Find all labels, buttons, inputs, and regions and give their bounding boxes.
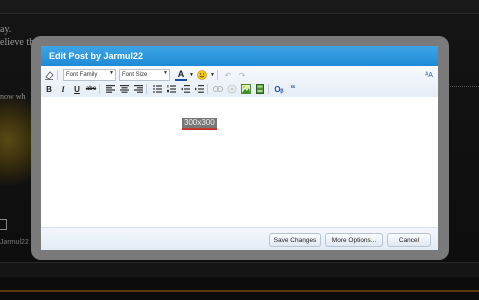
font-family-label: Font Family xyxy=(66,72,98,78)
bold-icon[interactable]: B xyxy=(43,83,55,95)
save-changes-button[interactable]: Save Changes xyxy=(269,233,321,247)
remove-format-icon[interactable] xyxy=(43,69,55,81)
code-icon[interactable]: Oᵦ xyxy=(273,83,285,95)
underline-icon[interactable]: U xyxy=(71,83,83,95)
toolbar-separator xyxy=(99,84,100,94)
strikethrough-icon[interactable]: abc xyxy=(85,83,97,95)
editor-toolbar: Font Family ▼ Font Size ▼ A ▼ ▼ ↶ ↷ ᴬA B… xyxy=(41,66,438,98)
edit-post-dialog: Edit Post by Jarmul22 Font Family ▼ Font… xyxy=(41,46,438,250)
quote-icon[interactable]: “ xyxy=(287,83,299,95)
background-top-bar xyxy=(0,0,479,14)
align-right-icon[interactable] xyxy=(132,83,144,95)
indent-icon[interactable] xyxy=(193,83,205,95)
toolbar-row-1: Font Family ▼ Font Size ▼ A ▼ ▼ ↶ ↷ ᴬA xyxy=(41,68,433,82)
unlink-icon[interactable] xyxy=(226,83,238,95)
toolbar-row-2: B I U abc Oᵦ “ xyxy=(41,82,299,96)
more-options-button[interactable]: More Options... xyxy=(325,233,383,247)
numbered-list-icon[interactable] xyxy=(165,83,177,95)
chevron-down-icon[interactable]: ▼ xyxy=(189,69,194,81)
background-footer xyxy=(0,278,479,300)
chevron-down-icon[interactable]: ▼ xyxy=(210,69,215,81)
bullet-list-icon[interactable] xyxy=(151,83,163,95)
undo-icon[interactable]: ↶ xyxy=(222,69,234,81)
chevron-down-icon: ▼ xyxy=(163,70,168,76)
background-divider xyxy=(445,86,479,87)
toolbar-separator xyxy=(146,84,147,94)
align-center-icon[interactable] xyxy=(118,83,130,95)
background-username: Jarmul22 xyxy=(0,239,29,246)
cancel-button[interactable]: Cancel xyxy=(387,233,431,247)
background-text-line: ay. xyxy=(0,24,12,35)
toolbar-separator xyxy=(217,70,218,80)
smilie-icon[interactable] xyxy=(196,69,208,81)
text-color-icon[interactable]: A xyxy=(175,69,187,81)
editor-area[interactable]: 300x300 xyxy=(41,97,438,227)
insert-image-icon[interactable] xyxy=(240,83,252,95)
background-footer-bar xyxy=(0,262,479,277)
background-text-line: elieve th xyxy=(0,37,35,48)
link-icon[interactable] xyxy=(212,83,224,95)
font-family-select[interactable]: Font Family ▼ xyxy=(63,69,116,81)
outdent-icon[interactable] xyxy=(179,83,191,95)
dialog-footer: Save Changes More Options... Cancel xyxy=(41,227,438,250)
align-left-icon[interactable] xyxy=(104,83,116,95)
toolbar-separator xyxy=(268,84,269,94)
chevron-down-icon: ▼ xyxy=(109,70,114,76)
image-placeholder[interactable]: 300x300 xyxy=(182,118,217,130)
background-accent-line xyxy=(0,290,479,292)
font-size-toggle-icon[interactable]: ᴬA xyxy=(423,69,435,81)
font-size-label: Font Size xyxy=(122,72,148,78)
toolbar-separator xyxy=(207,84,208,94)
italic-icon[interactable]: I xyxy=(57,83,69,95)
redo-icon[interactable]: ↷ xyxy=(236,69,248,81)
dialog-title: Edit Post by Jarmul22 xyxy=(41,46,438,66)
font-size-select[interactable]: Font Size ▼ xyxy=(119,69,170,81)
toolbar-separator xyxy=(57,70,58,80)
background-checkbox xyxy=(0,219,7,230)
insert-media-icon[interactable] xyxy=(254,83,266,95)
